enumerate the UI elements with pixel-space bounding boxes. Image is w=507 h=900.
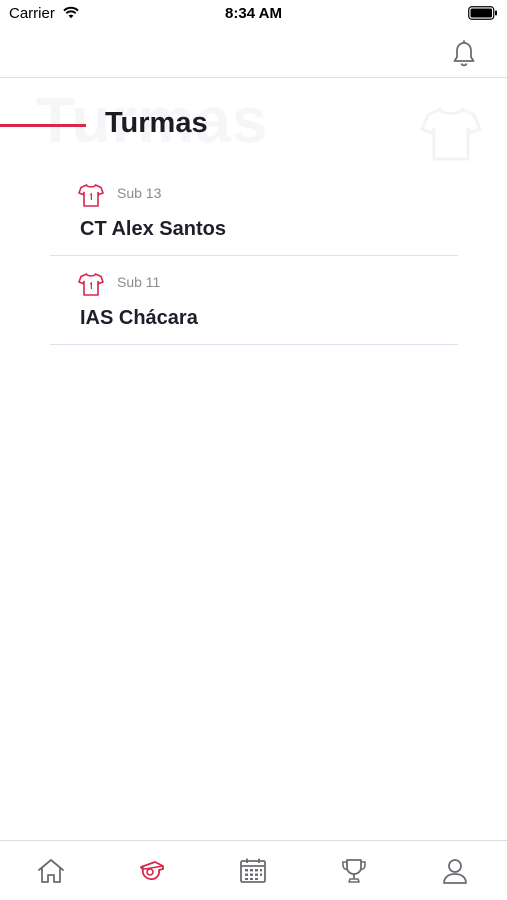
battery-icon bbox=[468, 6, 497, 20]
whistle-icon bbox=[139, 861, 164, 881]
status-bar: Carrier 8:34 AM bbox=[0, 0, 507, 28]
class-list: Sub 13 CT Alex Santos Sub 11 IAS Chácara bbox=[0, 170, 507, 345]
class-category: Sub 11 bbox=[117, 274, 161, 290]
status-time: 8:34 AM bbox=[225, 5, 282, 22]
calendar-icon bbox=[239, 858, 266, 883]
tab-classes[interactable] bbox=[101, 841, 202, 900]
app-screen: Carrier 8:34 AM Turmas Turmas Sub 13 CT … bbox=[0, 0, 507, 900]
bell-icon[interactable] bbox=[451, 40, 477, 68]
title-accent-line bbox=[0, 124, 86, 127]
shirt-icon bbox=[78, 184, 104, 207]
tab-bar bbox=[0, 840, 507, 900]
shirt-watermark-icon bbox=[420, 107, 482, 161]
title-area: Turmas Turmas bbox=[0, 79, 507, 169]
trophy-icon bbox=[341, 859, 366, 883]
profile-icon bbox=[442, 859, 467, 884]
tab-home[interactable] bbox=[0, 841, 101, 900]
class-category: Sub 13 bbox=[117, 185, 162, 201]
home-icon bbox=[37, 859, 64, 883]
list-item[interactable]: Sub 13 CT Alex Santos bbox=[50, 170, 458, 256]
tab-profile[interactable] bbox=[404, 841, 505, 900]
class-name: IAS Chácara bbox=[80, 307, 198, 329]
tab-trophies[interactable] bbox=[303, 841, 404, 900]
page-title: Turmas bbox=[105, 107, 208, 139]
tab-calendar[interactable] bbox=[202, 841, 303, 900]
shirt-icon bbox=[78, 273, 104, 296]
class-name: CT Alex Santos bbox=[80, 218, 226, 240]
list-item[interactable]: Sub 11 IAS Chácara bbox=[50, 259, 458, 345]
top-header bbox=[0, 28, 507, 78]
